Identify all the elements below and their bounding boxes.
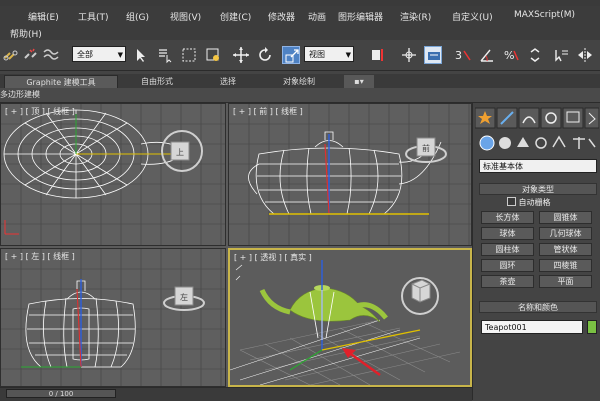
- category-value: 标准基本体: [483, 162, 523, 171]
- checkbox-icon: [507, 197, 516, 206]
- box-button[interactable]: 长方体: [481, 211, 534, 224]
- pyramid-button[interactable]: 四棱锥: [539, 259, 592, 272]
- viewcube-front[interactable]: 前: [405, 137, 447, 163]
- time-slider[interactable]: 0 / 100: [6, 389, 116, 398]
- perspective-view-teapot: [230, 260, 461, 385]
- mirror-icon[interactable]: [576, 46, 594, 64]
- chevron-down-icon: ▼: [345, 51, 351, 59]
- menu-customize[interactable]: 自定义(U): [452, 10, 493, 23]
- reference-coord-value: 视图: [309, 50, 325, 59]
- window-crossing-icon[interactable]: [204, 46, 222, 64]
- ribbon-panel: 多边形建模: [0, 88, 600, 103]
- geosphere-button[interactable]: 几何球体: [539, 227, 592, 240]
- menu-view[interactable]: 视图(V): [170, 10, 201, 23]
- select-manipulate-icon[interactable]: [400, 46, 418, 64]
- viewport-left-label[interactable]: [ + ] [ 左 ] [ 线框 ]: [5, 251, 75, 262]
- create-category-icons[interactable]: [477, 133, 597, 153]
- menu-group[interactable]: 组(G): [126, 10, 149, 23]
- viewport-left[interactable]: 左 [ + ] [ 左 ] [ 线框 ]: [0, 248, 226, 387]
- percent-snap-icon[interactable]: %: [502, 46, 520, 64]
- object-type-title: 对象类型: [522, 185, 554, 194]
- teapot-button[interactable]: 茶壶: [481, 275, 534, 288]
- menu-help[interactable]: 帮助(H): [10, 27, 42, 40]
- viewcube-left[interactable]: 左: [163, 286, 205, 311]
- sphere-button[interactable]: 球体: [481, 227, 534, 240]
- left-view-wireframe: 左: [1, 249, 225, 386]
- scale-icon[interactable]: [282, 46, 300, 64]
- menu-bar: 编辑(E) 工具(T) 组(G) 视图(V) 创建(C) 修改器 动画 图形编辑…: [0, 6, 600, 40]
- category-dropdown[interactable]: 标准基本体: [479, 159, 597, 173]
- torus-button[interactable]: 圆环: [481, 259, 534, 272]
- time-slider-value: 0 / 100: [48, 390, 74, 398]
- viewport-top-label[interactable]: [ + ] [ 顶 ] [ 线框 ]: [5, 106, 75, 117]
- viewport-front-label[interactable]: [ + ] [ 前 ] [ 线框 ]: [233, 106, 303, 117]
- viewcube-front-face-label: 前: [422, 143, 430, 153]
- front-view-wireframe: 前: [229, 104, 471, 245]
- menu-tools[interactable]: 工具(T): [78, 10, 109, 23]
- top-view-wireframe: 上: [1, 104, 225, 245]
- angle-snap-icon[interactable]: [478, 46, 496, 64]
- autogrid-checkbox[interactable]: 自动栅格: [507, 197, 587, 209]
- object-type-rollout[interactable]: 对象类型: [479, 183, 597, 195]
- viewcube-top[interactable]: 上: [161, 130, 203, 172]
- ribbon-options-button[interactable]: ▪▾: [344, 75, 374, 88]
- viewcube-left-face-label: 左: [180, 292, 188, 302]
- autogrid-label: 自动栅格: [518, 198, 551, 207]
- tab-freeform[interactable]: 自由形式: [120, 75, 194, 88]
- selection-filter-dropdown[interactable]: 全部 ▼: [72, 46, 126, 62]
- menu-create[interactable]: 创建(C): [220, 10, 251, 23]
- select-by-name-icon[interactable]: [156, 46, 174, 64]
- move-icon[interactable]: [232, 46, 250, 64]
- svg-text:3: 3: [455, 49, 462, 62]
- object-name-input[interactable]: Teapot001: [481, 320, 583, 334]
- menu-edit[interactable]: 编辑(E): [28, 10, 59, 23]
- menu-graph-editors[interactable]: 图形编辑器: [338, 10, 383, 23]
- viewport-perspective-label[interactable]: [ + ] [ 透视 ] [ 真实 ]: [234, 252, 312, 263]
- tube-button[interactable]: 管状体: [539, 243, 592, 256]
- menu-animation[interactable]: 动画: [308, 10, 326, 23]
- ribbon-tab-bar: Graphite 建模工具 自由形式 选择 对象绘制 ▪▾: [0, 74, 600, 90]
- bind-spacewarp-icon[interactable]: [42, 46, 60, 64]
- snaps-toggle-icon[interactable]: 3: [454, 46, 472, 64]
- object-name-value: Teapot001: [485, 323, 527, 332]
- rotate-icon[interactable]: [256, 46, 274, 64]
- command-panel: 标准基本体 对象类型 自动栅格 长方体 圆锥体 球体 几何球体 圆柱体 管状体 …: [472, 103, 600, 400]
- select-object-icon[interactable]: [132, 46, 150, 64]
- chevron-down-icon: ▪▾: [354, 77, 364, 86]
- selection-filter-value: 全部: [77, 50, 93, 59]
- polygon-modeling-label[interactable]: 多边形建模: [0, 89, 40, 100]
- plane-button[interactable]: 平面: [539, 275, 592, 288]
- cylinder-button[interactable]: 圆柱体: [481, 243, 534, 256]
- viewport-perspective[interactable]: [ + ] [ 透视 ] [ 真实 ]: [228, 248, 472, 387]
- viewcube-perspective[interactable]: [401, 277, 439, 315]
- chevron-down-icon: ▼: [117, 51, 123, 59]
- command-panel-tabs[interactable]: [475, 107, 599, 129]
- spinner-snap-icon[interactable]: [526, 46, 544, 64]
- name-and-color-title: 名称和颜色: [518, 303, 558, 312]
- tab-object-paint[interactable]: 对象绘制: [262, 75, 336, 88]
- object-color-swatch[interactable]: [587, 320, 597, 334]
- viewcube-top-face-label: 上: [176, 148, 184, 157]
- svg-text:%: %: [504, 49, 514, 62]
- viewport-top[interactable]: 上 [ + ] [ 顶 ] [ 线框 ]: [0, 103, 226, 246]
- name-and-color-rollout[interactable]: 名称和颜色: [479, 301, 597, 313]
- menu-rendering[interactable]: 渲染(R): [400, 10, 431, 23]
- named-selection-icon[interactable]: [552, 46, 570, 64]
- link-icon[interactable]: [2, 46, 20, 64]
- unlink-icon[interactable]: [22, 46, 40, 64]
- viewport-front[interactable]: 前 [ + ] [ 前 ] [ 线框 ]: [228, 103, 472, 246]
- reference-coord-dropdown[interactable]: 视图 ▼: [304, 46, 354, 62]
- cone-button[interactable]: 圆锥体: [539, 211, 592, 224]
- viewport-area: 上 [ + ] [ 顶 ] [ 线框 ] 前 [+] [前] [线框 …: [0, 103, 472, 387]
- rect-selection-icon[interactable]: [180, 46, 198, 64]
- tab-selection[interactable]: 选择: [196, 75, 260, 88]
- menu-modifiers[interactable]: 修改器: [268, 10, 295, 23]
- keyboard-shortcut-override-icon[interactable]: [424, 46, 442, 64]
- pivot-center-icon[interactable]: [368, 46, 386, 64]
- menu-maxscript[interactable]: MAXScript(M): [514, 10, 575, 20]
- main-toolbar: 全部 ▼ 视图 ▼ 3 %: [0, 40, 600, 71]
